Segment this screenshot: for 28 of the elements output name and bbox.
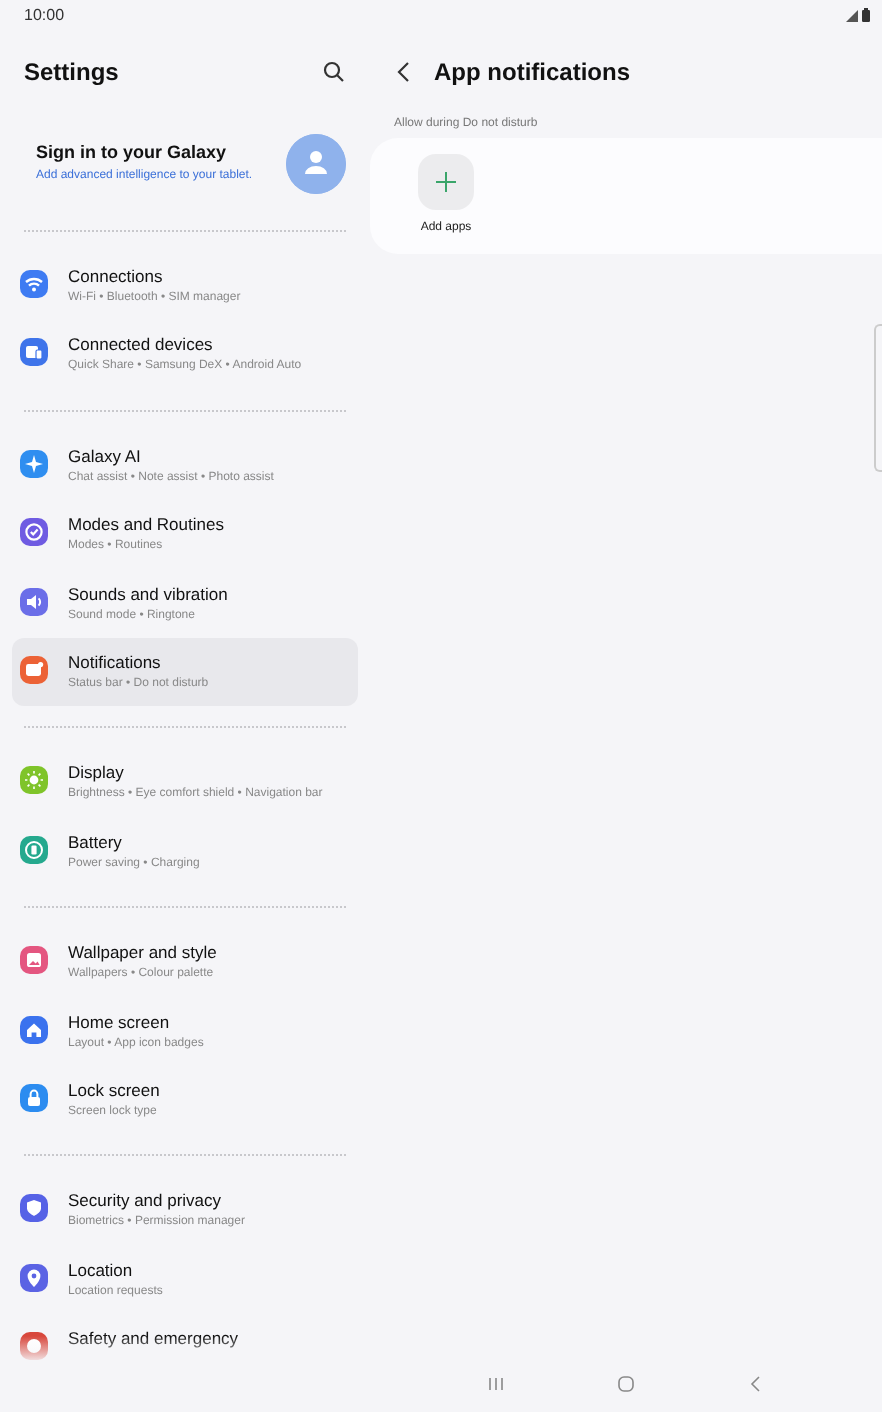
item-title: Security and privacy (68, 1190, 224, 1211)
item-title: Wallpaper and style (68, 942, 217, 963)
item-title: Sounds and vibration (68, 583, 228, 604)
item-title: Modes and Routines (68, 514, 224, 535)
item-title: Location (68, 1259, 135, 1280)
search-icon[interactable] (322, 60, 346, 84)
item-title: Lock screen (68, 1079, 160, 1100)
recents-icon[interactable] (483, 1372, 508, 1396)
battery-icon (862, 7, 870, 21)
page-title: Settings (24, 58, 119, 86)
clock: 10:00 (24, 5, 65, 23)
item-title: Connections (68, 266, 165, 286)
home-button-icon[interactable] (613, 1372, 638, 1396)
item-title: Display (68, 762, 126, 783)
item-title: Safety and emergency (68, 1328, 239, 1349)
item-title: Home screen (68, 1011, 172, 1032)
avatar-icon[interactable] (286, 134, 346, 194)
signal-icon (846, 9, 858, 21)
edge-panel-handle[interactable] (874, 324, 882, 472)
page-title: App notifications (434, 58, 630, 86)
item-title: Battery (68, 831, 124, 852)
settings-item[interactable]: Safety and emergency (12, 1314, 358, 1364)
back-icon[interactable] (394, 60, 414, 84)
item-title: Connected devices (68, 334, 215, 355)
item-title: Galaxy AI (68, 445, 143, 466)
plus-icon (436, 172, 456, 192)
item-title: Notifications (68, 651, 163, 672)
account-title[interactable]: Sign in to your Galaxy (36, 142, 266, 163)
